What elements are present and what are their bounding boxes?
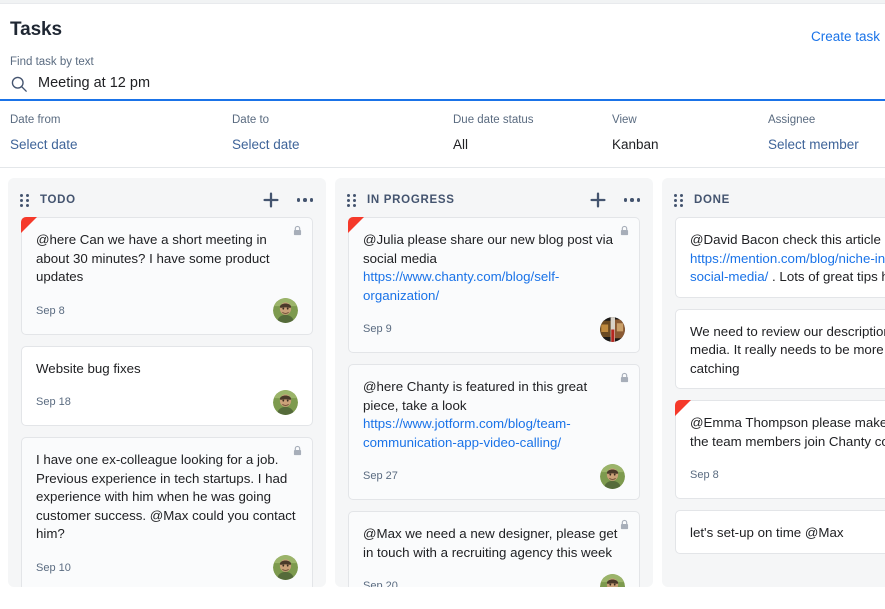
task-card[interactable]: Website bug fixes Sep 18: [21, 345, 313, 426]
task-card-footer: Sep 27: [363, 463, 625, 489]
filter-value[interactable]: Kanban: [612, 136, 659, 153]
drag-handle-icon[interactable]: [20, 193, 29, 207]
task-card-text: I have one ex-colleague looking for a jo…: [36, 452, 300, 541]
filter-label: Date to: [232, 114, 270, 126]
task-card-text: @Max we need a new designer, please get …: [363, 526, 622, 560]
filter-bar: Date from Select date Date to Select date Du…: [0, 101, 885, 168]
task-card[interactable]: @Emma Thompson please make sure all the …: [675, 400, 885, 499]
task-card-date: Sep 10: [36, 561, 71, 574]
task-card-text: We need to review our description on soc…: [690, 323, 885, 376]
kanban-column-todo: TODO @here Can we have a short meeting in…: [8, 178, 326, 587]
search-label: Find task by text: [10, 56, 94, 68]
task-card-footer: Sep 18: [36, 389, 298, 415]
filter-label: View: [612, 114, 637, 126]
column-title: IN PROGRESS: [367, 194, 455, 206]
task-card-text: @David Bacon check this article https://…: [690, 231, 885, 287]
task-card[interactable]: @here Can we have a short meeting in abo…: [21, 217, 313, 335]
drag-handle-icon[interactable]: [674, 193, 683, 207]
task-card[interactable]: @David Bacon check this article https://…: [675, 217, 885, 298]
filter-date-to[interactable]: Date to Select date: [232, 113, 300, 153]
task-card-text: @Julia please share our new blog post vi…: [363, 232, 617, 303]
lock-icon: [620, 372, 629, 383]
column-title: DONE: [694, 194, 731, 206]
filter-label: Date from: [10, 114, 61, 126]
column-header: DONE: [662, 183, 885, 217]
filter-value[interactable]: Select date: [10, 136, 78, 153]
avatar[interactable]: [600, 573, 625, 588]
task-card-date: Sep 18: [36, 396, 71, 408]
card-list: @here Can we have a short meeting in abo…: [8, 217, 326, 587]
filter-value[interactable]: Select date: [232, 136, 300, 153]
task-card-footer: Sep 8: [36, 298, 298, 324]
column-header: TODO: [8, 183, 326, 217]
search-icon: [11, 76, 27, 92]
task-card-text: Website bug fixes: [36, 360, 141, 376]
lock-icon: [293, 445, 302, 456]
kanban-column-done: DONE @David Bacon check this article http…: [662, 178, 885, 587]
filter-label: Due date status: [453, 114, 534, 126]
avatar[interactable]: [273, 555, 298, 580]
task-card-date: Sep 27: [363, 470, 398, 482]
drag-handle-icon[interactable]: [347, 193, 356, 207]
filter-date-from[interactable]: Date from Select date: [10, 113, 78, 153]
task-card-link[interactable]: https://www.jotform.com/blog/team-commun…: [363, 416, 571, 450]
column-actions: [262, 192, 313, 208]
create-task-button[interactable]: Create task: [811, 29, 880, 45]
lock-icon: [293, 225, 302, 236]
task-card-footer: Sep 10: [36, 555, 298, 581]
avatar[interactable]: [273, 389, 298, 415]
card-list: @Julia please share our new blog post vi…: [335, 217, 653, 587]
more-options-icon[interactable]: [296, 198, 313, 202]
priority-flag-icon: [348, 217, 364, 233]
filter-due-date-status[interactable]: Due date status All: [453, 113, 534, 153]
column-title: TODO: [40, 194, 76, 206]
task-card-date: Sep 20: [363, 580, 398, 587]
task-card-footer: Sep 8: [690, 462, 885, 488]
avatar[interactable]: [600, 463, 625, 489]
card-list: @David Bacon check this article https://…: [662, 217, 885, 554]
column-header: IN PROGRESS: [335, 183, 653, 217]
task-card[interactable]: @Max we need a new designer, please get …: [348, 511, 640, 587]
priority-flag-icon: [675, 400, 691, 416]
task-card-link[interactable]: https://www.chanty.com/blog/self-organiz…: [363, 269, 559, 303]
tasks-kanban-page: Tasks Create task Find task by text Meet…: [0, 0, 885, 609]
filter-view[interactable]: View Kanban: [612, 113, 659, 153]
task-card-footer: Sep 9: [363, 316, 625, 342]
search-block: Find task by text Meeting at 12 pm: [0, 55, 885, 101]
task-card[interactable]: let's set-up on time @Max: [675, 510, 885, 554]
page-header: Tasks Create task: [0, 4, 885, 45]
filter-value[interactable]: Select member: [768, 136, 859, 153]
task-card-link[interactable]: https://mention.com/blog/niche-influence…: [690, 251, 885, 285]
task-card-text: @here Can we have a short meeting in abo…: [36, 232, 274, 284]
task-card-text: @Emma Thompson please make sure all the …: [690, 415, 885, 449]
search-field[interactable]: Meeting at 12 pm: [10, 74, 875, 99]
task-card-date: Sep 9: [363, 323, 392, 335]
filter-value[interactable]: All: [453, 136, 534, 153]
search-input[interactable]: Meeting at 12 pm: [38, 74, 150, 93]
kanban-board: TODO @here Can we have a short meeting in…: [0, 168, 885, 587]
task-card-footer: Sep 20: [363, 573, 625, 587]
priority-flag-icon: [21, 217, 37, 233]
more-options-icon[interactable]: [623, 198, 640, 202]
plus-icon[interactable]: [589, 192, 606, 208]
plus-icon[interactable]: [262, 192, 279, 208]
kanban-column-in-progress: IN PROGRESS @Julia please share our new b…: [335, 178, 653, 587]
filter-label: Assignee: [768, 114, 816, 126]
column-actions: [589, 192, 640, 208]
task-card-date: Sep 8: [36, 304, 65, 317]
task-card[interactable]: @Julia please share our new blog post vi…: [348, 217, 640, 353]
lock-icon: [620, 225, 629, 236]
filter-assignee[interactable]: Assignee Select member: [768, 113, 859, 153]
lock-icon: [620, 519, 629, 530]
task-card[interactable]: I have one ex-colleague looking for a jo…: [21, 437, 313, 587]
page-title: Tasks: [10, 19, 62, 40]
task-card[interactable]: We need to review our description on soc…: [675, 308, 885, 389]
avatar[interactable]: [600, 316, 625, 342]
task-card-text: let's set-up on time @Max: [690, 525, 844, 540]
task-card-text: @here Chanty is featured in this great p…: [363, 379, 591, 450]
task-card-date: Sep 8: [690, 469, 719, 481]
avatar[interactable]: [273, 298, 298, 323]
task-card[interactable]: @here Chanty is featured in this great p…: [348, 364, 640, 500]
